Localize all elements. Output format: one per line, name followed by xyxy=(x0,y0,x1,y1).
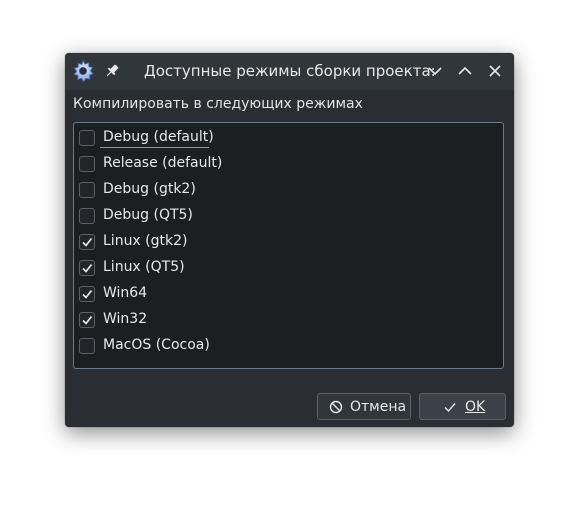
ok-label: OK xyxy=(465,399,486,415)
checkmark-icon xyxy=(82,237,93,247)
check-icon xyxy=(442,399,458,415)
minimize-button[interactable] xyxy=(425,61,445,81)
cancel-label: Отмена xyxy=(350,399,407,415)
mode-label: Win32 xyxy=(103,311,148,327)
mode-label: Debug (gtk2) xyxy=(103,181,196,197)
mode-label: Release (default) xyxy=(103,155,223,171)
mode-label: Win64 xyxy=(103,285,148,301)
pin-icon[interactable] xyxy=(103,62,121,80)
mode-label: MacOS (Cocoa) xyxy=(103,337,210,353)
mode-item-debug-default[interactable]: Debug (default) xyxy=(79,126,379,150)
mode-item-debug-gtk2[interactable]: Debug (gtk2) xyxy=(79,178,379,202)
checkmark-icon xyxy=(82,263,93,273)
checkmark-icon xyxy=(82,289,93,299)
checkmark-icon xyxy=(82,315,93,325)
ok-button[interactable]: OK xyxy=(419,393,506,420)
mode-item-debug-qt5[interactable]: Debug (QT5) xyxy=(79,204,379,228)
mode-label: Debug (QT5) xyxy=(103,207,193,223)
checkbox[interactable] xyxy=(79,260,95,276)
mode-item-linux-gtk2[interactable]: Linux (gtk2) xyxy=(79,230,379,254)
group-label: Компилировать в следующих режимах xyxy=(73,96,363,112)
mode-label: Linux (gtk2) xyxy=(103,233,188,249)
mode-label: Debug (default) xyxy=(103,129,214,145)
mode-item-win64[interactable]: Win64 xyxy=(79,282,379,306)
mode-item-macos-cocoa[interactable]: MacOS (Cocoa) xyxy=(79,334,379,358)
window-title: Доступные режимы сборки проекта: xyxy=(144,62,436,80)
chevron-down-icon xyxy=(428,67,442,76)
checkbox[interactable] xyxy=(79,130,95,146)
cancel-button[interactable]: Отмена xyxy=(317,393,411,420)
modes-list[interactable]: Debug (default) Release (default) Debug … xyxy=(73,122,504,369)
title-bar[interactable]: Доступные режимы сборки проекта: xyxy=(65,53,514,90)
mode-item-linux-qt5[interactable]: Linux (QT5) xyxy=(79,256,379,280)
chevron-up-icon xyxy=(458,66,472,75)
checkbox[interactable] xyxy=(79,182,95,198)
close-button[interactable] xyxy=(485,61,505,81)
checkbox[interactable] xyxy=(79,312,95,328)
checkbox[interactable] xyxy=(79,338,95,354)
checkbox[interactable] xyxy=(79,208,95,224)
mode-label: Linux (QT5) xyxy=(103,259,185,275)
app-gear-icon[interactable] xyxy=(71,59,95,83)
focus-indicator xyxy=(100,147,209,148)
close-icon xyxy=(489,65,501,77)
checkbox[interactable] xyxy=(79,286,95,302)
checkbox[interactable] xyxy=(79,234,95,250)
checkbox[interactable] xyxy=(79,156,95,172)
mode-item-win32[interactable]: Win32 xyxy=(79,308,379,332)
build-modes-dialog: Доступные режимы сборки проекта: Компили… xyxy=(65,53,514,427)
mode-item-release-default[interactable]: Release (default) xyxy=(79,152,379,176)
maximize-button[interactable] xyxy=(455,61,475,81)
cancel-icon xyxy=(328,399,344,415)
